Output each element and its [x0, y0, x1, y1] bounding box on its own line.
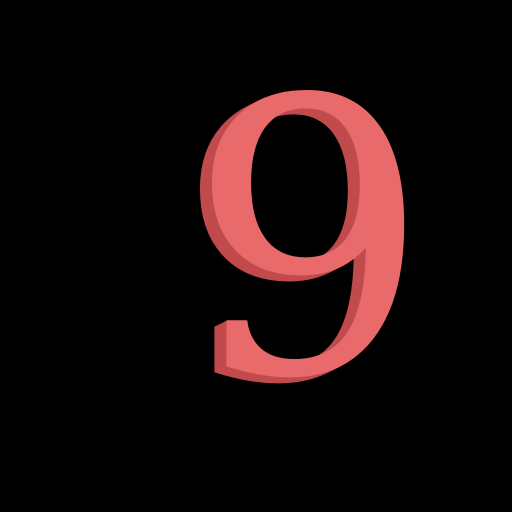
digit-front-face: 9 — [188, 19, 430, 462]
digit-nine-3d: 9 9 9 9 9 9 9 — [176, 19, 430, 468]
render-canvas: 9 9 9 9 9 9 9 — [0, 0, 512, 512]
